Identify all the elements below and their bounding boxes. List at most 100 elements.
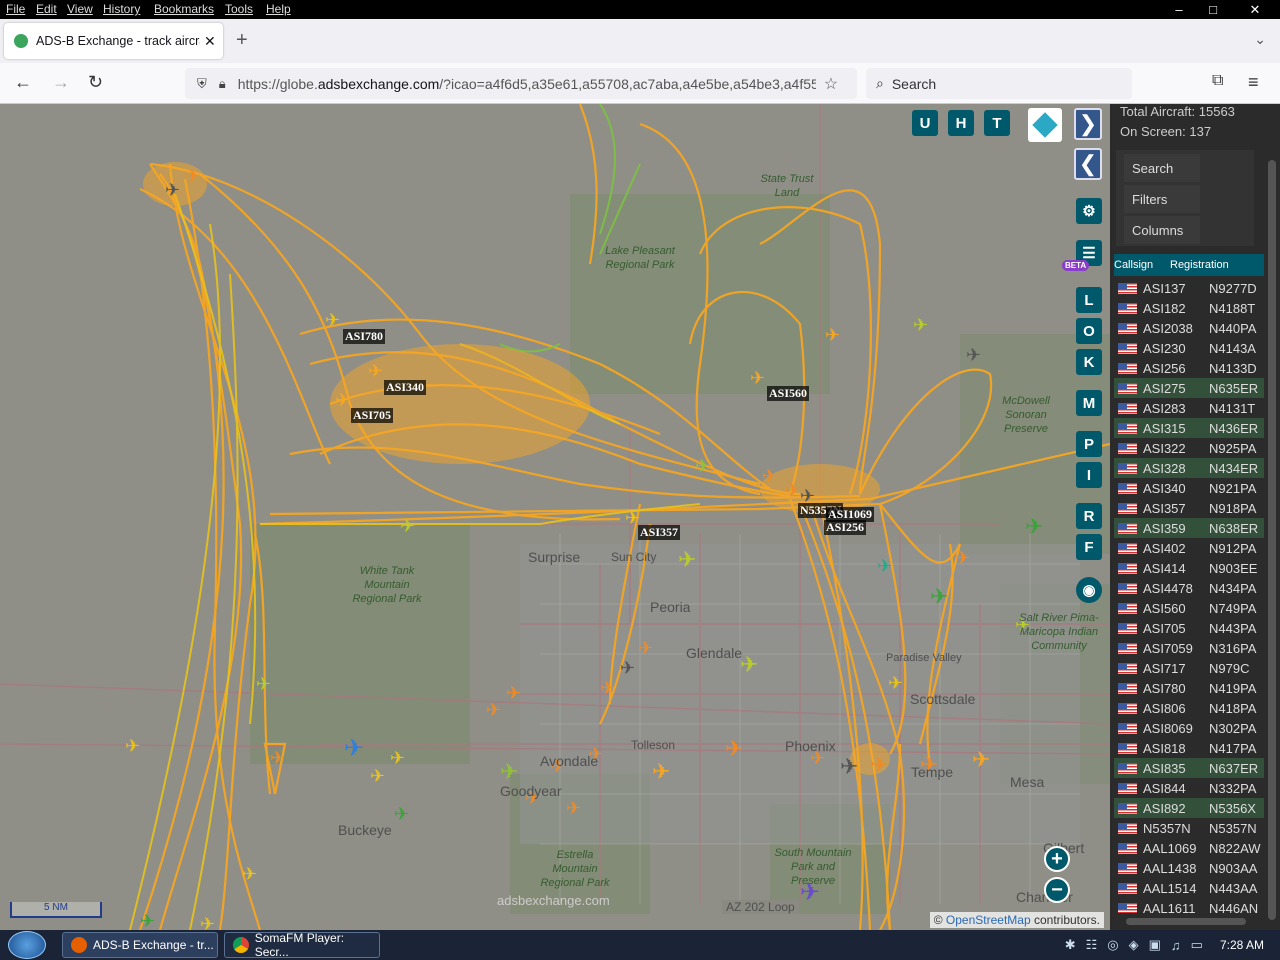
table-row[interactable]: ASI275 N635ER [1114,378,1270,398]
col-callsign[interactable]: Callsign [1114,259,1154,271]
menu-file[interactable]: File [6,2,25,16]
url-text[interactable]: https://globe.adsbexchange.com/?icao=a4f… [238,76,816,92]
columns-button[interactable]: Columns [1124,216,1200,244]
settings-button[interactable]: ⚙ [1076,198,1102,224]
search-button[interactable]: Search [1124,154,1200,182]
table-row[interactable]: ASI4478 N434PA [1114,578,1270,598]
table-row[interactable]: ASI283 N4131T [1114,398,1270,418]
table-row[interactable]: ASI322 N925PA [1114,438,1270,458]
extensions-icon[interactable]: ⧉ [1212,72,1223,90]
map-view[interactable]: ✈ ✈ ✈ ✈ ✈ ✈ ✈ ✈ ✈ ✈ ✈ ✈ ✈ ✈ ✈ ✈ ✈ ✈ ✈ ✈ … [0,104,1110,930]
k-button[interactable]: K [1076,349,1102,375]
table-row[interactable]: ASI230 N4143A [1114,338,1270,358]
t-button[interactable]: T [984,110,1010,136]
bluetooth-icon[interactable]: ✱ [1065,937,1076,953]
hamburger-menu-icon[interactable]: ≡ [1248,72,1259,93]
table-row[interactable]: ASI818 N417PA [1114,738,1270,758]
table-row[interactable]: AAL1514 N443AA [1114,878,1270,898]
menu-history[interactable]: History [103,2,140,16]
o-button[interactable]: O [1076,318,1102,344]
volume-icon[interactable]: ♫ [1171,938,1181,953]
aircraft-label-asi256[interactable]: ASI256 [824,520,867,535]
f-button[interactable]: F [1076,534,1102,560]
expand-right-button[interactable]: ❯ [1074,108,1102,140]
m-button[interactable]: M [1076,390,1102,416]
menu-tools[interactable]: Tools [225,2,253,16]
table-row[interactable]: ASI780 N419PA [1114,678,1270,698]
taskbar-chrome[interactable]: SomaFM Player: Secr... [224,931,380,959]
table-row[interactable]: ASI256 N4133D [1114,358,1270,378]
start-button[interactable] [8,931,46,959]
i-button[interactable]: I [1076,462,1102,488]
table-row[interactable]: ASI806 N418PA [1114,698,1270,718]
vertical-scrollbar[interactable] [1264,104,1280,930]
table-row[interactable]: ASI340 N921PA [1114,478,1270,498]
table-row[interactable]: ASI8069 N302PA [1114,718,1270,738]
network-icon[interactable]: ☷ [1086,937,1098,953]
table-row[interactable]: ASI705 N443PA [1114,618,1270,638]
close-window-icon[interactable]: ✕ [1230,0,1280,19]
u-button[interactable]: U [912,110,938,136]
tab-adsb[interactable]: ADS-B Exchange - track aircraft ✕ [4,23,223,59]
minimize-icon[interactable]: – [1162,0,1196,19]
new-tab-icon[interactable]: + [236,29,248,52]
table-row[interactable]: ASI560 N749PA [1114,598,1270,618]
table-row[interactable]: ASI835 N637ER [1114,758,1270,778]
table-row[interactable]: AAL1438 N903AA [1114,858,1270,878]
table-row[interactable]: N5357N N5357N [1114,818,1270,838]
table-row[interactable]: ASI7059 N316PA [1114,638,1270,658]
close-tab-icon[interactable]: ✕ [204,33,216,50]
table-row[interactable]: AAL1069 N822AW [1114,838,1270,858]
table-row[interactable]: ASI315 N436ER [1114,418,1270,438]
table-row[interactable]: ASI328 N434ER [1114,458,1270,478]
zoom-out-button[interactable]: − [1044,877,1070,903]
table-row[interactable]: ASI359 N638ER [1114,518,1270,538]
h-button[interactable]: H [948,110,974,136]
back-icon[interactable]: ← [14,72,32,93]
menu-view[interactable]: View [67,2,93,16]
taskbar-firefox[interactable]: ADS-B Exchange - tr... [62,932,218,958]
l-button[interactable]: L [1076,287,1102,313]
forward-icon[interactable]: → [52,72,70,93]
menu-help[interactable]: Help [266,2,291,16]
table-row[interactable]: ASI414 N903EE [1114,558,1270,578]
reload-icon[interactable]: ↻ [88,72,103,93]
table-row[interactable]: ASI892 N5356X [1114,798,1270,818]
hscroll-thumb[interactable] [1126,918,1246,925]
search-box[interactable]: ⌕ Search [866,68,1132,99]
steam-icon[interactable]: ◎ [1107,937,1118,953]
collapse-left-button[interactable]: ❮ [1074,148,1102,180]
tracking-shield-icon[interactable]: ⛨ [197,76,207,92]
aircraft-label-asi780[interactable]: ASI780 [343,329,386,344]
lock-icon[interactable]: 🔒︎ [219,76,226,92]
r-button[interactable]: R [1076,503,1102,529]
aircraft-label-asi357[interactable]: ASI357 [638,525,681,540]
table-row[interactable]: ASI137 N9277D [1114,278,1270,298]
clock[interactable]: 7:28 AM [1220,938,1264,952]
table-row[interactable]: ASI2038 N440PA [1114,318,1270,338]
horizontal-scrollbar[interactable] [1110,913,1264,930]
restore-icon[interactable]: □ [1196,0,1230,19]
app-icon[interactable]: ◈ [1129,937,1139,953]
replay-button[interactable]: ◉ [1076,577,1102,603]
aircraft-label-asi560[interactable]: ASI560 [767,386,810,401]
table-row[interactable]: ASI357 N918PA [1114,498,1270,518]
aircraft-label-asi705[interactable]: ASI705 [351,408,394,423]
url-bar[interactable]: ⛨ 🔒︎ https://globe.adsbexchange.com/?ica… [185,68,857,99]
scroll-thumb[interactable] [1268,160,1276,920]
table-row[interactable]: ASI402 N912PA [1114,538,1270,558]
col-registration[interactable]: Registration [1170,259,1229,271]
layers-button[interactable] [1028,108,1062,142]
menu-edit[interactable]: Edit [36,2,57,16]
p-button[interactable]: P [1076,431,1102,457]
table-row[interactable]: ASI844 N332PA [1114,778,1270,798]
chevron-down-icon[interactable]: ⌄ [1254,31,1266,48]
table-row[interactable]: ASI717 N979C [1114,658,1270,678]
filters-button[interactable]: Filters [1124,185,1200,213]
monitor-icon[interactable]: ▣ [1149,937,1161,953]
aircraft-label-asi340[interactable]: ASI340 [384,380,427,395]
bookmark-star-icon[interactable]: ☆ [824,74,838,94]
display-icon[interactable]: ▭ [1191,937,1203,953]
zoom-in-button[interactable]: + [1044,846,1070,872]
osm-link[interactable]: OpenStreetMap [946,913,1031,927]
